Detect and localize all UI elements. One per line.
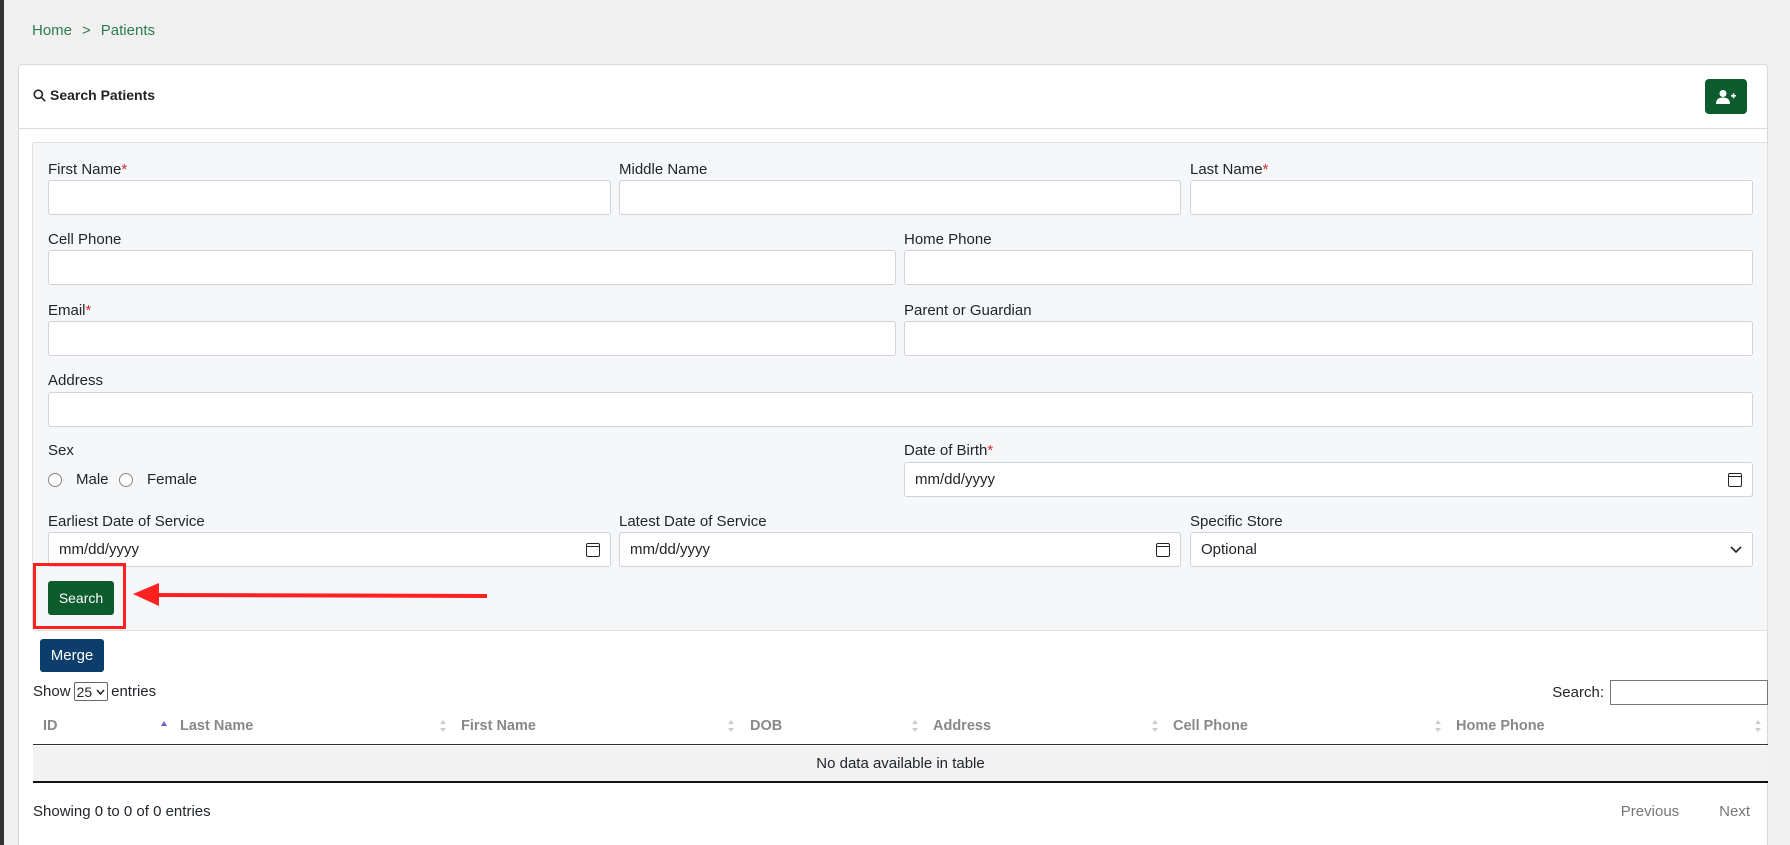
user-plus-icon — [1716, 89, 1736, 104]
window-edge — [0, 0, 4, 845]
sort-icon[interactable] — [911, 719, 919, 733]
next-button[interactable]: Next — [1719, 803, 1750, 820]
sort-icon[interactable] — [439, 719, 447, 733]
card-title: Search Patients — [33, 87, 155, 103]
store-selected: Optional — [1201, 541, 1257, 558]
search-icon — [33, 88, 46, 102]
address-input[interactable] — [48, 392, 1753, 427]
first-name-input[interactable] — [48, 180, 611, 215]
col-home-phone[interactable]: Home Phone — [1456, 718, 1545, 734]
add-patient-button[interactable] — [1705, 79, 1747, 114]
female-radio[interactable] — [119, 472, 133, 487]
table-header-row: ID Last Name First Name DOB Address Cell… — [33, 710, 1768, 745]
sort-asc-icon[interactable] — [160, 719, 168, 733]
breadcrumb-home[interactable]: Home — [32, 22, 72, 39]
sort-icon[interactable] — [1754, 719, 1762, 733]
col-address[interactable]: Address — [933, 718, 991, 734]
male-label: Male — [76, 471, 109, 488]
home-phone-label: Home Phone — [904, 231, 992, 248]
email-label: Email* — [48, 302, 92, 319]
previous-button[interactable]: Previous — [1621, 803, 1679, 820]
annotation-highlight-box — [33, 563, 126, 629]
sex-label: Sex — [48, 442, 74, 459]
earliest-placeholder: mm/dd/yyyy — [59, 541, 140, 558]
female-label: Female — [147, 471, 198, 488]
dob-label: Date of Birth* — [904, 442, 994, 459]
sort-icon[interactable] — [1434, 719, 1442, 733]
card-header: Search Patients — [19, 65, 1767, 129]
last-name-input[interactable] — [1190, 180, 1753, 215]
latest-service-input[interactable]: mm/dd/yyyy — [619, 532, 1181, 567]
table-search-label: Search: — [1552, 684, 1604, 701]
sort-icon[interactable] — [727, 719, 735, 733]
middle-name-input[interactable] — [619, 180, 1181, 215]
earliest-service-input[interactable]: mm/dd/yyyy — [48, 532, 611, 567]
col-cell-phone[interactable]: Cell Phone — [1173, 718, 1248, 734]
merge-button[interactable]: Merge — [40, 639, 104, 672]
table-info: Showing 0 to 0 of 0 entries — [33, 803, 211, 820]
email-input[interactable] — [48, 321, 896, 356]
latest-service-label: Latest Date of Service — [619, 513, 767, 530]
sex-male-option[interactable]: Male — [48, 471, 109, 488]
last-name-label: Last Name* — [1190, 161, 1269, 178]
entries-label: entries — [111, 683, 157, 700]
pagination: Previous Next — [1621, 803, 1750, 820]
col-first-name[interactable]: First Name — [461, 718, 536, 734]
guardian-label: Parent or Guardian — [904, 302, 1032, 319]
table-search-input[interactable] — [1610, 680, 1768, 705]
middle-name-label: Middle Name — [619, 161, 708, 178]
breadcrumb: Home > Patients — [32, 22, 155, 39]
calendar-icon[interactable] — [1156, 542, 1170, 557]
cell-phone-input[interactable] — [48, 250, 896, 285]
store-label: Specific Store — [1190, 513, 1283, 530]
sex-female-option[interactable]: Female — [119, 471, 197, 488]
guardian-input[interactable] — [904, 321, 1753, 356]
dob-input[interactable]: mm/dd/yyyy — [904, 462, 1753, 497]
annotation-arrow-icon — [133, 583, 488, 606]
page-size-control: Show 25 entries — [33, 682, 156, 701]
col-last-name[interactable]: Last Name — [180, 718, 253, 734]
latest-placeholder: mm/dd/yyyy — [630, 541, 711, 558]
chevron-down-icon — [1730, 545, 1742, 553]
chevron-down-icon — [96, 689, 105, 695]
earliest-service-label: Earliest Date of Service — [48, 513, 205, 530]
calendar-icon[interactable] — [586, 542, 600, 557]
empty-table-message: No data available in table — [33, 746, 1768, 783]
show-label: Show — [33, 683, 71, 700]
breadcrumb-patients[interactable]: Patients — [101, 22, 155, 39]
table-search: Search: — [1552, 680, 1768, 705]
first-name-label: First Name* — [48, 161, 128, 178]
page-size-value: 25 — [76, 683, 93, 700]
breadcrumb-separator: > — [82, 22, 91, 39]
dob-placeholder: mm/dd/yyyy — [915, 471, 996, 488]
store-select[interactable]: Optional — [1190, 532, 1753, 567]
page-size-select[interactable]: 25 — [73, 682, 109, 701]
card-title-text: Search Patients — [50, 87, 156, 103]
address-label: Address — [48, 372, 104, 389]
cell-phone-label: Cell Phone — [48, 231, 122, 248]
col-dob[interactable]: DOB — [750, 718, 782, 734]
male-radio[interactable] — [48, 472, 62, 487]
home-phone-input[interactable] — [904, 250, 1753, 285]
calendar-icon[interactable] — [1728, 472, 1742, 487]
sort-icon[interactable] — [1151, 719, 1159, 733]
col-id[interactable]: ID — [43, 718, 58, 734]
